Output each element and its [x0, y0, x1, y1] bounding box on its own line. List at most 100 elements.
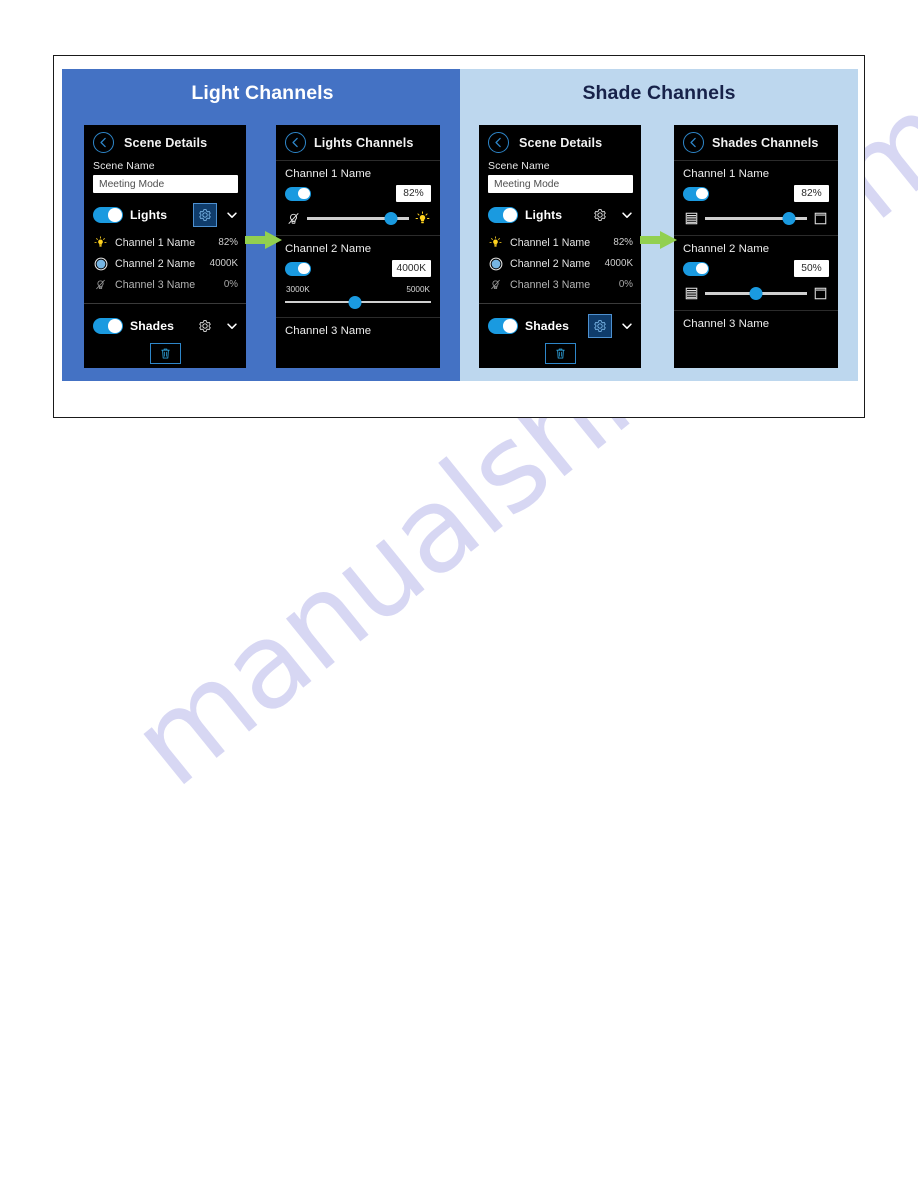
page-root: manualshive.com Light Channels Scene Det… [0, 0, 918, 1188]
trash-icon [160, 348, 170, 359]
scene-name-input[interactable]: Meeting Mode [488, 175, 633, 193]
channel-row[interactable]: Channel 2 Name 4000K [93, 253, 238, 274]
channel-title: Channel 3 Name [683, 318, 770, 330]
bulb-off-icon [285, 210, 302, 227]
panel-header: Scene Details [479, 125, 641, 160]
brightness-slider[interactable] [307, 212, 409, 226]
shades-expand-chevron[interactable] [224, 318, 240, 334]
slider-range-min: 3000K [286, 285, 310, 294]
group-row-lights[interactable]: Lights [84, 200, 246, 230]
channel-title: Channel 1 Name [285, 168, 372, 180]
lights-toggle[interactable] [488, 207, 518, 223]
toggle-knob [298, 187, 310, 200]
channel-toggle[interactable] [285, 261, 311, 276]
delete-scene-button[interactable] [544, 343, 576, 364]
shade-open-icon [812, 285, 829, 302]
lights-settings-button[interactable] [588, 203, 612, 227]
lights-expand-chevron[interactable] [224, 207, 240, 223]
toggle-knob [108, 208, 122, 222]
group-row-shades[interactable]: Shades [84, 311, 246, 341]
channel-title: Channel 3 Name [285, 325, 372, 337]
channel-value: 4000K [604, 258, 633, 269]
lights-toggle[interactable] [93, 207, 123, 223]
delete-scene-wrap [479, 343, 641, 364]
shade-open-icon [812, 210, 829, 227]
toggle-knob [503, 319, 517, 333]
section-title-light: Light Channels [191, 82, 334, 104]
channel-section: Channel 1 Name 82% [276, 160, 440, 235]
channel-row[interactable]: Channel 2 Name 4000K [488, 253, 633, 274]
scene-name-label: Scene Name [488, 160, 550, 172]
channel-value-box[interactable]: 4000K [391, 260, 431, 277]
shades-toggle[interactable] [488, 318, 518, 334]
chevron-down-icon [227, 323, 237, 329]
scene-name-input[interactable]: Meeting Mode [93, 175, 238, 193]
slider-thumb[interactable] [384, 212, 398, 225]
channel-row[interactable]: Channel 3 Name 0% [488, 274, 633, 295]
channel-row[interactable]: Channel 1 Name 82% [488, 232, 633, 253]
shade-position-slider[interactable] [705, 212, 807, 226]
channel-row[interactable]: Channel 3 Name 0% [93, 274, 238, 295]
channel-slider-row [683, 285, 829, 302]
lights-settings-button[interactable] [193, 203, 217, 227]
channel-control-row: 4000K [285, 260, 431, 277]
channel-toggle[interactable] [683, 186, 709, 201]
shades-settings-button[interactable] [588, 314, 612, 338]
channel-toggle[interactable] [683, 261, 709, 276]
channel-value-box[interactable]: 82% [396, 185, 431, 202]
channel-row[interactable]: Channel 1 Name 82% [93, 232, 238, 253]
bulb-off-icon [488, 277, 503, 292]
scene-details-panel-shade: Scene Details Scene Name Meeting Mode Li… [479, 125, 641, 368]
panel-title: Shades Channels [712, 135, 819, 150]
back-arrow-icon[interactable] [488, 132, 509, 153]
green-right-arrow-icon [245, 230, 283, 250]
panel-title: Scene Details [519, 135, 603, 150]
group-row-lights[interactable]: Lights [479, 200, 641, 230]
chevron-down-icon [227, 212, 237, 218]
channel-slider-row [683, 210, 829, 227]
delete-scene-button[interactable] [149, 343, 181, 364]
color-circle-icon [488, 256, 503, 271]
channel-section: Channel 2 Name 4000K 3000K 5000K [276, 235, 440, 317]
color-temp-slider[interactable] [285, 295, 431, 309]
channel-control-row: 82% [285, 185, 431, 202]
slider-thumb[interactable] [782, 212, 796, 225]
slider-thumb[interactable] [749, 287, 763, 300]
channel-toggle[interactable] [285, 186, 311, 201]
channel-value-box[interactable]: 82% [794, 185, 829, 202]
toggle-knob [696, 187, 708, 200]
slider-thumb[interactable] [348, 295, 362, 309]
shades-expand-chevron[interactable] [619, 318, 635, 334]
shades-toggle[interactable] [93, 318, 123, 334]
channel-section: Channel 1 Name 82% [674, 160, 838, 235]
section-title-shade: Shade Channels [582, 82, 736, 104]
bulb-off-icon [93, 277, 108, 292]
bulb-on-icon [414, 210, 431, 227]
section-shade-channels: Shade Channels Scene Details Scene Name … [460, 69, 858, 381]
lights-channel-list: Channel 1 Name 82% Channel 2 Name 4000K [479, 230, 641, 295]
channel-slider-row [285, 295, 431, 309]
group-label-lights: Lights [525, 208, 563, 222]
back-arrow-icon[interactable] [93, 132, 114, 153]
green-right-arrow-icon [640, 230, 678, 250]
back-arrow-icon[interactable] [285, 132, 306, 153]
color-circle-icon [93, 256, 108, 271]
scene-details-panel-light: Scene Details Scene Name Meeting Mode Li… [84, 125, 246, 368]
shade-position-slider[interactable] [705, 287, 807, 301]
bulb-on-icon [93, 235, 108, 250]
channel-value-box[interactable]: 50% [794, 260, 829, 277]
channel-value: 0% [618, 279, 633, 290]
shades-channels-panel: Shades Channels Channel 1 Name 82% Chann… [674, 125, 838, 368]
back-arrow-icon[interactable] [683, 132, 704, 153]
panel-header: Scene Details [84, 125, 246, 160]
slider-range-labels: 3000K 5000K [285, 285, 431, 294]
lights-expand-chevron[interactable] [619, 207, 635, 223]
shades-settings-button[interactable] [193, 314, 217, 338]
toggle-knob [503, 208, 517, 222]
channel-name: Channel 1 Name [510, 236, 591, 249]
panel-header: Shades Channels [674, 125, 838, 160]
channel-value: 82% [218, 237, 238, 248]
group-row-shades[interactable]: Shades [479, 311, 641, 341]
group-divider [84, 303, 246, 304]
delete-scene-wrap [84, 343, 246, 364]
